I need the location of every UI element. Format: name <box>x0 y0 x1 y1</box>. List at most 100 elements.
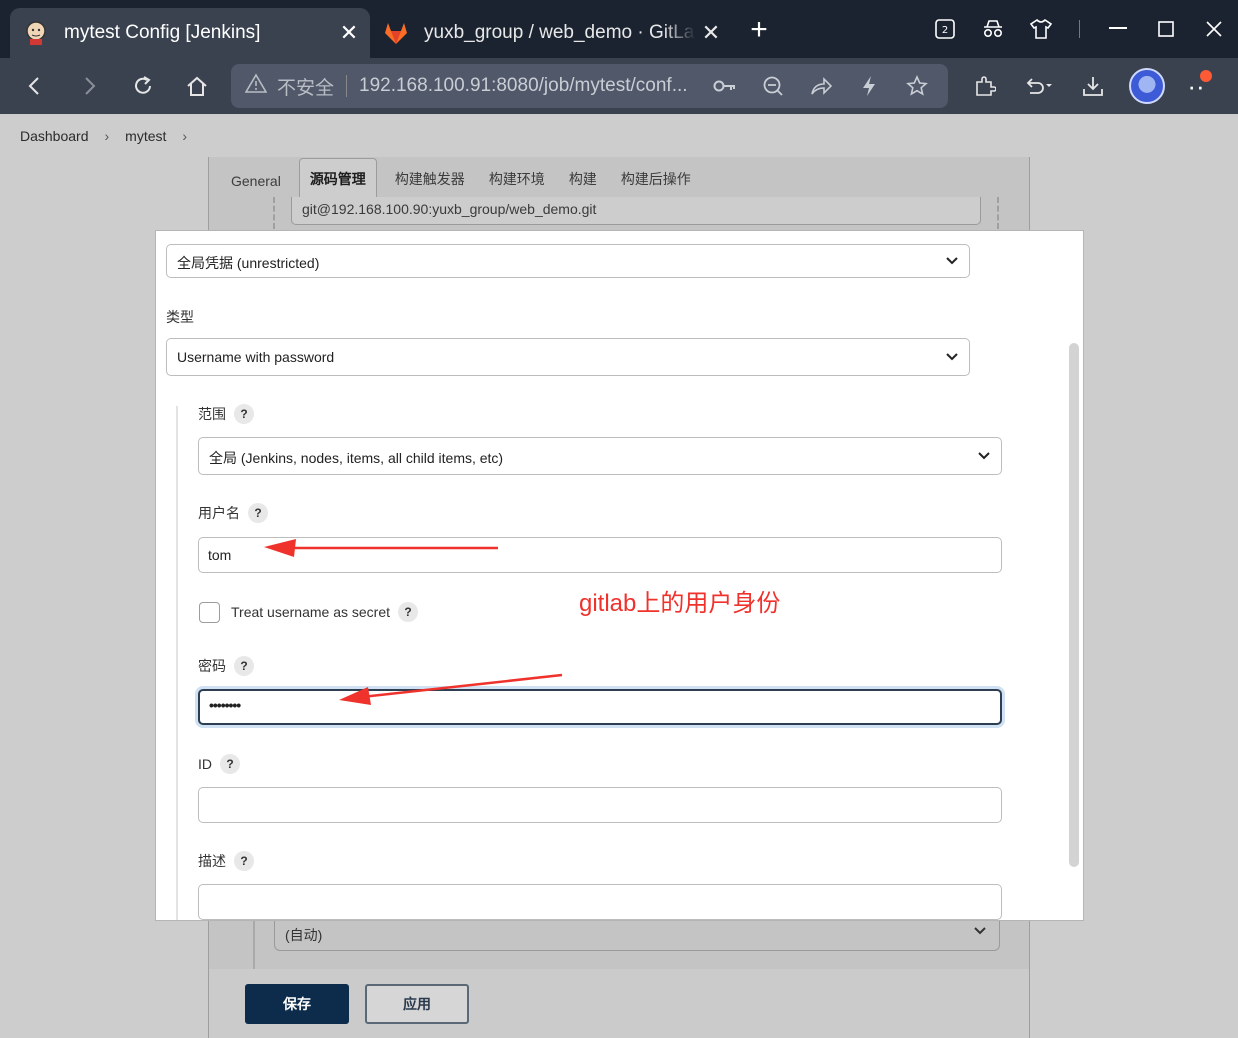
avatar[interactable] <box>1129 68 1165 104</box>
tab-title: mytest Config [Jenkins] <box>64 22 261 43</box>
tab-jenkins-config[interactable]: mytest Config [Jenkins] ✕ <box>10 8 370 58</box>
url-text[interactable]: 192.168.100.91:8080/job/mytest/conf... <box>359 75 701 97</box>
form-button-bar: 保存 应用 <box>209 969 1029 1038</box>
help-icon[interactable]: ? <box>248 503 268 523</box>
chevron-right-icon[interactable]: › <box>182 128 187 144</box>
svg-text:2: 2 <box>942 25 948 36</box>
domain-select[interactable]: 全局凭据 (unrestricted) <box>166 244 970 278</box>
domain-select-value: 全局凭据 (unrestricted) <box>177 255 320 271</box>
username-input[interactable]: tom <box>198 537 1002 573</box>
zoom-out-icon[interactable] <box>749 75 797 97</box>
tab-post-build[interactable]: 构建后操作 <box>611 169 705 197</box>
branch-select-value: (自动) <box>285 927 323 943</box>
help-icon[interactable]: ? <box>398 602 418 622</box>
password-label: 密码 ? <box>198 656 254 676</box>
section-dashed-border <box>273 197 275 229</box>
extensions-icon[interactable] <box>958 64 1012 108</box>
nested-section-line <box>176 406 178 920</box>
profile-avatar[interactable] <box>1120 64 1174 108</box>
close-tab-icon[interactable]: ✕ <box>334 20 364 46</box>
download-icon[interactable] <box>1066 64 1120 108</box>
notification-dot <box>1200 70 1212 82</box>
dialog-scrollbar[interactable] <box>1069 343 1079 867</box>
treat-username-secret-text[interactable]: Treat username as secret <box>231 604 390 620</box>
kind-label-text: 类型 <box>166 309 194 325</box>
tab-count-icon[interactable]: 2 <box>921 9 969 49</box>
address-bar[interactable]: 不安全 192.168.100.91:8080/job/mytest/conf.… <box>231 64 948 108</box>
breadcrumb: Dashboard › mytest › <box>20 128 203 144</box>
tab-general[interactable]: General <box>221 173 295 197</box>
tab-build-triggers[interactable]: 构建触发器 <box>385 169 479 197</box>
section-line <box>253 919 255 969</box>
scope-label: 范围 ? <box>198 404 254 424</box>
description-label: 描述 ? <box>198 851 254 871</box>
window-close-icon[interactable] <box>1190 9 1238 49</box>
help-icon[interactable]: ? <box>220 754 240 774</box>
chevron-down-icon <box>973 923 987 939</box>
tab-title: yuxb_group / web_demo · GitLab <box>424 22 696 43</box>
save-button[interactable]: 保存 <box>245 984 349 1024</box>
chevron-down-icon <box>945 253 959 269</box>
tab-build[interactable]: 构建 <box>559 169 611 197</box>
id-label-text: ID <box>198 756 212 772</box>
share-icon[interactable] <box>797 76 845 96</box>
kind-select[interactable]: Username with password <box>166 338 970 376</box>
tab-gitlab[interactable]: yuxb_group / web_demo · GitLab ✕ <box>376 8 736 58</box>
scope-select[interactable]: 全局 (Jenkins, nodes, items, all child ite… <box>198 437 1002 475</box>
scope-select-value: 全局 (Jenkins, nodes, items, all child ite… <box>209 450 504 466</box>
username-label-text: 用户名 <box>198 505 240 521</box>
address-divider <box>346 75 348 97</box>
add-credentials-dialog: 全局凭据 (unrestricted) 类型 Username with pas… <box>155 230 1084 921</box>
tab-build-env[interactable]: 构建环境 <box>479 169 559 197</box>
description-label-text: 描述 <box>198 853 226 869</box>
repository-url-input[interactable]: git@192.168.100.90:yuxb_group/web_demo.g… <box>291 197 981 225</box>
chevron-right-icon: › <box>104 128 110 144</box>
jenkins-logo-icon <box>22 19 50 47</box>
treat-username-secret-checkbox[interactable] <box>199 602 220 623</box>
section-dashed-border <box>997 197 999 229</box>
undo-dropdown-icon[interactable] <box>1012 64 1066 108</box>
minimize-icon[interactable] <box>1094 9 1142 49</box>
browser-toolbar: 不安全 192.168.100.91:8080/job/mytest/conf.… <box>0 58 1238 114</box>
chevron-down-icon <box>945 349 959 365</box>
home-icon[interactable] <box>170 64 224 108</box>
breadcrumb-dashboard[interactable]: Dashboard <box>20 128 89 144</box>
help-icon[interactable]: ? <box>234 656 254 676</box>
shirt-skin-icon[interactable] <box>1017 9 1065 49</box>
browser-titlebar: mytest Config [Jenkins] ✕ yuxb_group / w… <box>0 0 1238 58</box>
id-label: ID ? <box>198 754 240 774</box>
lightning-icon[interactable] <box>845 75 893 97</box>
branch-select[interactable]: (自动) <box>274 919 1000 951</box>
incognito-icon[interactable] <box>969 9 1017 49</box>
description-input[interactable] <box>198 884 1002 920</box>
username-label: 用户名 ? <box>198 503 268 523</box>
gitlab-logo-icon <box>382 19 410 47</box>
help-icon[interactable]: ? <box>234 851 254 871</box>
help-icon[interactable]: ? <box>234 404 254 424</box>
scope-label-text: 范围 <box>198 406 226 422</box>
key-icon[interactable] <box>701 79 749 93</box>
security-label[interactable]: 不安全 <box>277 73 334 100</box>
reload-icon[interactable] <box>116 64 170 108</box>
id-input[interactable] <box>198 787 1002 823</box>
forward-icon[interactable] <box>62 64 116 108</box>
chevron-down-icon <box>977 448 991 464</box>
apply-button[interactable]: 应用 <box>365 984 469 1024</box>
titlebar-divider <box>1079 20 1080 38</box>
annotation-text: gitlab上的用户身份 <box>579 590 781 617</box>
close-tab-icon[interactable]: ✕ <box>696 20 726 46</box>
kind-label: 类型 <box>166 307 194 327</box>
config-tabs: General 源码管理 构建触发器 构建环境 构建 构建后操作 <box>221 158 705 197</box>
password-input[interactable]: •••••••• <box>198 689 1002 725</box>
menu-dots-icon[interactable]: ·· <box>1174 64 1218 108</box>
warning-triangle-icon[interactable] <box>244 73 268 99</box>
treat-username-secret-label: Treat username as secret ? <box>231 602 418 622</box>
new-tab-plus-icon[interactable]: + <box>744 14 774 48</box>
breadcrumb-mytest[interactable]: mytest <box>125 128 166 144</box>
kind-select-value: Username with password <box>177 349 335 365</box>
bookmark-star-icon[interactable] <box>893 75 941 97</box>
tab-scm[interactable]: 源码管理 <box>298 158 377 197</box>
back-icon[interactable] <box>8 64 62 108</box>
maximize-icon[interactable] <box>1142 9 1190 49</box>
password-label-text: 密码 <box>198 658 226 674</box>
